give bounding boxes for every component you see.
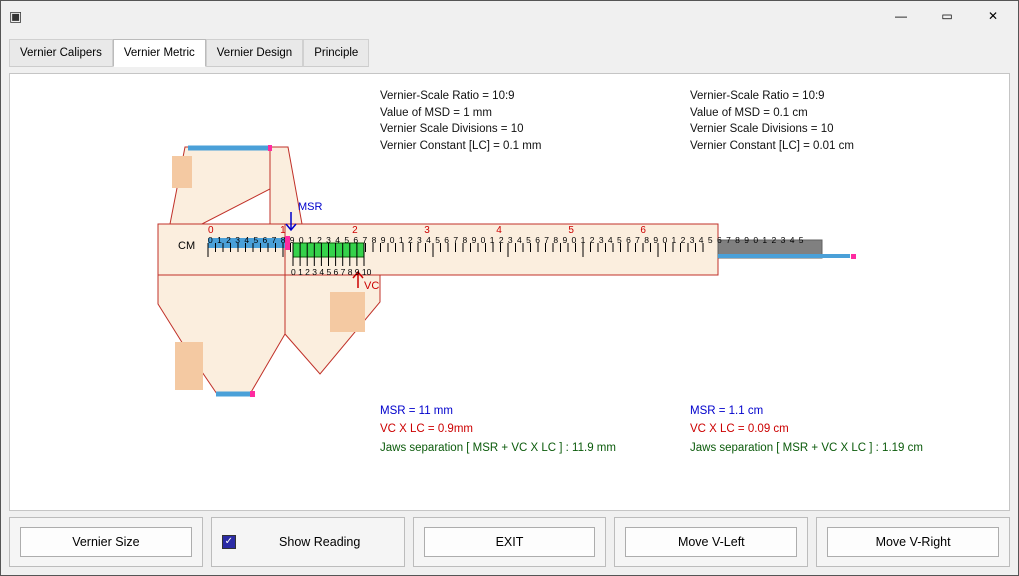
show-reading-checkbox[interactable]: ✓ <box>222 535 236 549</box>
vernier-digits: 0 1 2 3 4 5 6 7 8 9 10 <box>291 267 371 277</box>
maximize-icon: ▭ <box>941 9 952 23</box>
panel-show: ✓ Show Reading <box>211 517 405 567</box>
vernier-size-button[interactable]: Vernier Size <box>20 527 192 557</box>
minimize-button[interactable]: — <box>878 2 924 30</box>
close-icon: ✕ <box>988 9 998 23</box>
close-button[interactable]: ✕ <box>970 2 1016 30</box>
titlebar: ▣ — ▭ ✕ <box>1 1 1018 31</box>
app-window: ▣ — ▭ ✕ Vernier Calipers Vernier Metric … <box>0 0 1019 576</box>
panel-move-left: Move V-Left <box>614 517 808 567</box>
panel-size: Vernier Size <box>9 517 203 567</box>
msr-reading-mm: MSR = 11 mm <box>380 402 616 420</box>
drawing-canvas: Vernier-Scale Ratio = 10:9 Value of MSD … <box>9 73 1010 511</box>
tab-principle[interactable]: Principle <box>303 39 369 67</box>
tab-vernier-calipers[interactable]: Vernier Calipers <box>9 39 113 67</box>
vclc-reading-cm: VC X LC = 0.09 cm <box>690 420 923 438</box>
jaws-reading-mm: Jaws separation [ MSR + VC X LC ] : 11.9… <box>380 439 616 457</box>
tab-vernier-design[interactable]: Vernier Design <box>206 39 303 67</box>
move-v-right-button[interactable]: Move V-Right <box>827 527 999 557</box>
vclc-reading-mm: VC X LC = 0.9mm <box>380 420 616 438</box>
minimize-icon: — <box>895 9 907 23</box>
msr-marker-label: MSR <box>298 201 322 213</box>
app-icon: ▣ <box>9 8 22 25</box>
msr-reading-cm: MSR = 1.1 cm <box>690 402 923 420</box>
readings-cm: MSR = 1.1 cm VC X LC = 0.09 cm Jaws sepa… <box>690 402 923 457</box>
jaws-reading-cm: Jaws separation [ MSR + VC X LC ] : 1.19… <box>690 439 923 457</box>
cm-label: CM <box>178 240 195 252</box>
vc-marker-label: VC <box>364 280 379 292</box>
client-area: Vernier Calipers Vernier Metric Vernier … <box>1 31 1018 575</box>
move-v-left-button[interactable]: Move V-Left <box>625 527 797 557</box>
exit-button[interactable]: EXIT <box>424 527 596 557</box>
bottom-bar: Vernier Size ✓ Show Reading EXIT Move V-… <box>9 517 1010 567</box>
tab-vernier-metric[interactable]: Vernier Metric <box>113 39 206 67</box>
maximize-button[interactable]: ▭ <box>924 2 970 30</box>
readings-mm: MSR = 11 mm VC X LC = 0.9mm Jaws separat… <box>380 402 616 457</box>
panel-exit: EXIT <box>413 517 607 567</box>
minor-scale-row: 0 1 2 3 4 5 6 7 8 9 0 1 2 3 4 5 6 7 8 9 … <box>208 235 805 245</box>
tabstrip: Vernier Calipers Vernier Metric Vernier … <box>9 39 1010 67</box>
show-reading-label: Show Reading <box>246 535 394 549</box>
panel-move-right: Move V-Right <box>816 517 1010 567</box>
